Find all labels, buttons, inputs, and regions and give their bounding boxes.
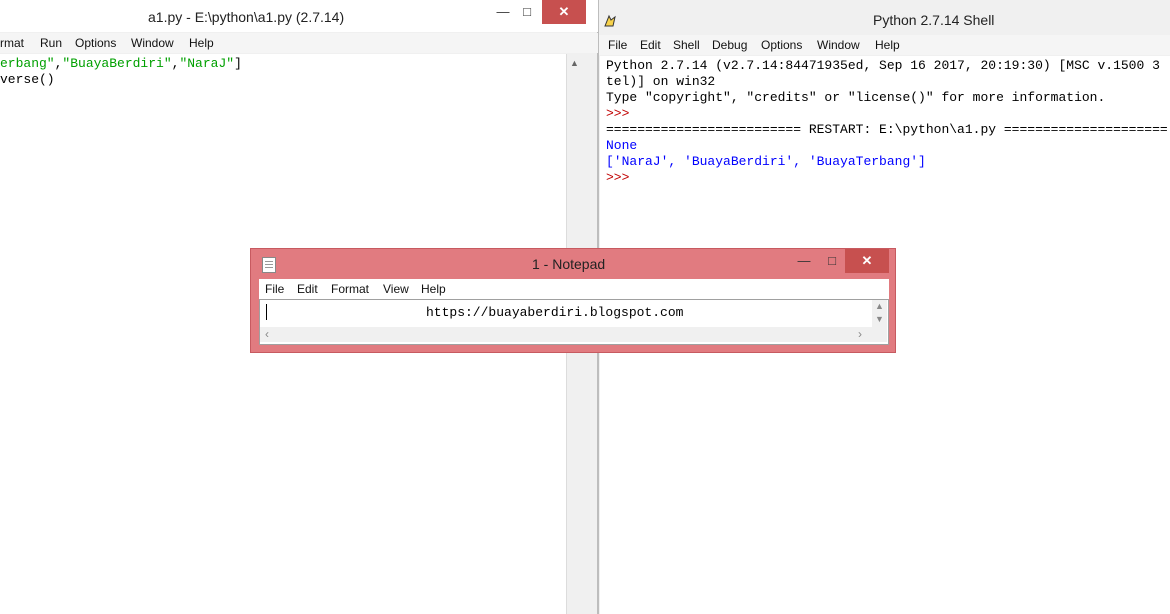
shell-menu-shell[interactable]: Shell (673, 38, 700, 52)
editor-titlebar[interactable]: a1.py - E:\python\a1.py (2.7.14) — □ ✕ (0, 0, 598, 32)
editor-menu-options[interactable]: Options (75, 36, 116, 50)
editor-menu-window[interactable]: Window (131, 36, 174, 50)
editor-title: a1.py - E:\python\a1.py (2.7.14) (148, 9, 345, 25)
shell-line-banner-3: Type "copyright", "credits" or "license(… (606, 90, 1106, 105)
notepad-text-area[interactable]: https://buayaberdiri.blogspot.com ▲ ▼ ‹ … (259, 299, 889, 345)
shell-prompt-1: >>> (606, 106, 638, 121)
shell-menu-debug[interactable]: Debug (712, 38, 747, 52)
text-cursor (266, 304, 267, 320)
shell-titlebar[interactable]: Python 2.7.14 Shell (599, 4, 1170, 34)
shell-title: Python 2.7.14 Shell (873, 12, 995, 28)
scroll-right-arrow-icon[interactable]: › (858, 327, 862, 341)
python-feather-icon (604, 14, 616, 27)
shell-prompt-2: >>> (606, 170, 638, 185)
shell-menu-edit[interactable]: Edit (640, 38, 661, 52)
notepad-vertical-scrollbar[interactable]: ▲ ▼ (872, 300, 887, 327)
scroll-up-arrow-icon[interactable]: ▲ (570, 58, 579, 68)
notepad-content: https://buayaberdiri.blogspot.com (426, 305, 684, 320)
code-bracket: ] (234, 56, 242, 71)
editor-close-button[interactable]: ✕ (542, 0, 586, 24)
shell-menubar: File Edit Shell Debug Options Window Hel… (599, 35, 1170, 55)
notepad-menu-file[interactable]: File (265, 282, 284, 296)
notepad-menubar: File Edit Format View Help (259, 279, 889, 299)
shell-output-none: None (606, 138, 638, 153)
code-string-1: erbang" (0, 56, 55, 71)
editor-menu-format[interactable]: rmat (0, 36, 24, 50)
code-string-3: "NaraJ" (179, 56, 235, 71)
editor-menu-run[interactable]: Run (40, 36, 62, 50)
notepad-menu-edit[interactable]: Edit (297, 282, 318, 296)
shell-menu-help[interactable]: Help (875, 38, 900, 52)
shell-line-banner-2: tel)] on win32 (606, 74, 716, 89)
editor-menu-help[interactable]: Help (189, 36, 214, 50)
shell-menu-file[interactable]: File (608, 38, 627, 52)
scroll-left-arrow-icon[interactable]: ‹ (265, 327, 269, 341)
notepad-close-button[interactable]: ✕ (845, 249, 889, 273)
notepad-title: 1 - Notepad (532, 256, 606, 272)
editor-maximize-button[interactable]: □ (512, 0, 542, 24)
notepad-icon (262, 257, 276, 273)
shell-line-banner-1: Python 2.7.14 (v2.7.14:84471935ed, Sep 1… (606, 58, 1160, 73)
code-string-2: "BuayaBerdiri" (62, 56, 172, 71)
editor-menubar: rmat Run Options Window Help (0, 33, 598, 53)
python-shell-icon (603, 14, 617, 28)
notepad-maximize-button[interactable]: □ (817, 249, 847, 273)
shell-restart-line: ========================= RESTART: E:\py… (606, 122, 1168, 137)
notepad-window: 1 - Notepad — □ ✕ File Edit Format View … (250, 248, 896, 353)
shell-menu-options[interactable]: Options (761, 38, 802, 52)
scroll-up-arrow-icon[interactable]: ▲ (875, 301, 884, 311)
resize-grip-icon[interactable] (872, 327, 887, 342)
notepad-menu-view[interactable]: View (383, 282, 409, 296)
code-line-1: erbang","BuayaBerdiri","NaraJ"] (0, 56, 242, 72)
notepad-minimize-button[interactable]: — (789, 249, 819, 273)
notepad-menu-help[interactable]: Help (421, 282, 446, 296)
scroll-down-arrow-icon[interactable]: ▼ (875, 314, 884, 324)
notepad-menu-format[interactable]: Format (331, 282, 369, 296)
code-line-2: verse() (0, 72, 55, 87)
notepad-horizontal-scrollbar[interactable]: ‹ › (260, 327, 872, 342)
shell-output-list: ['NaraJ', 'BuayaBerdiri', 'BuayaTerbang'… (606, 154, 926, 169)
shell-menu-window[interactable]: Window (817, 38, 860, 52)
